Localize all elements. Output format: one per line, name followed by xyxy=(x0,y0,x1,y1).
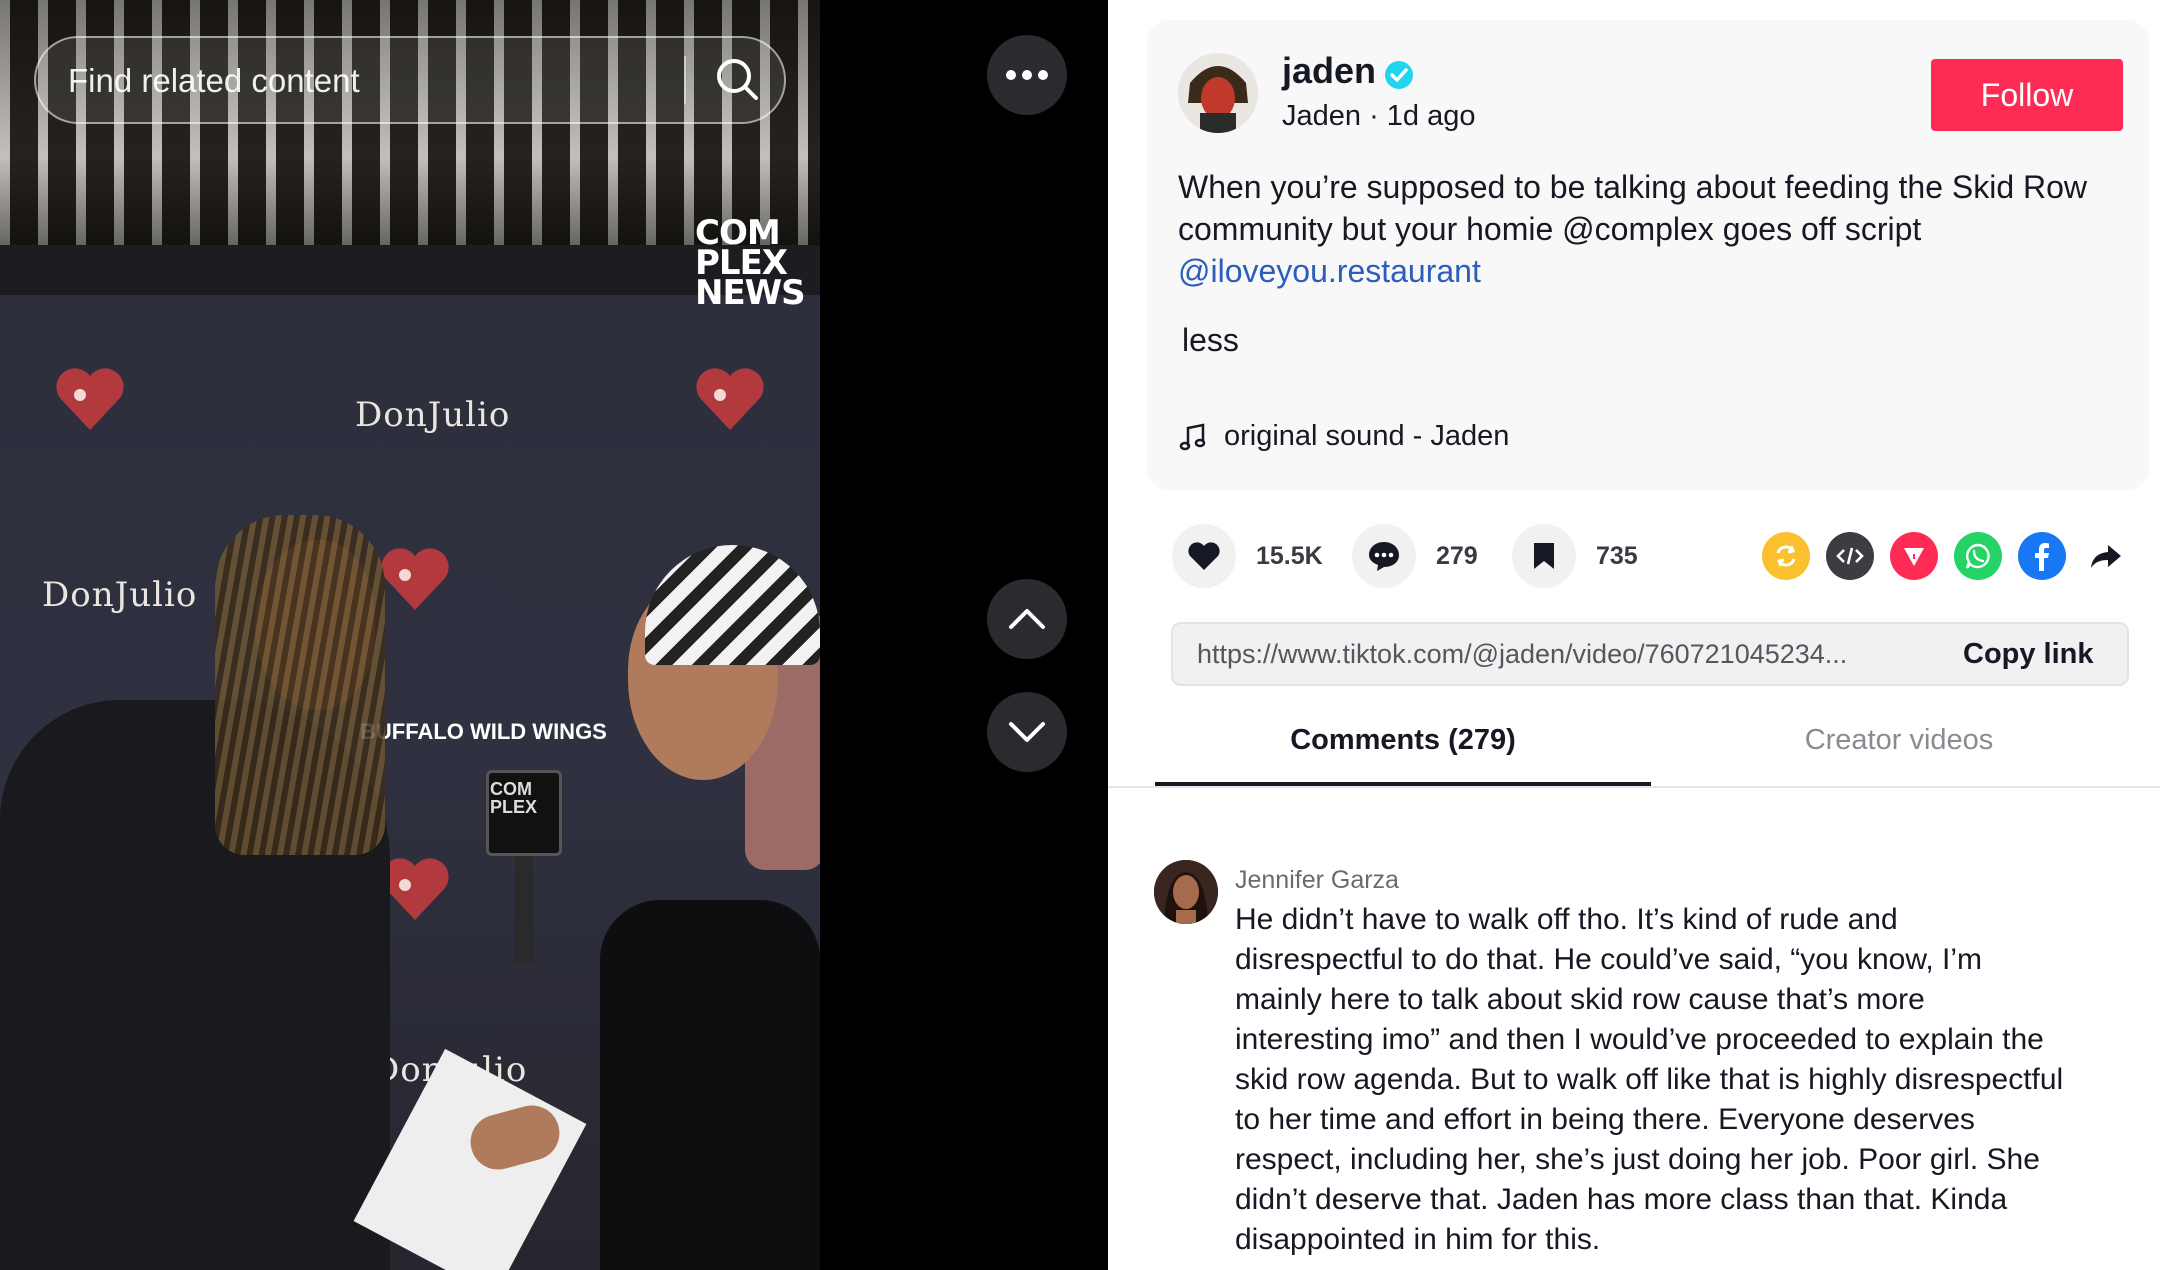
repost-button[interactable] xyxy=(1762,532,1810,580)
chevron-down-icon xyxy=(1009,722,1045,742)
heart-logo-icon xyxy=(56,368,124,430)
comment-action[interactable]: 279 xyxy=(1352,524,1478,588)
more-options-button[interactable] xyxy=(987,35,1067,115)
heart-logo-icon xyxy=(696,368,764,430)
like-count: 15.5K xyxy=(1256,541,1323,570)
sponsor-logo: BUFFALO WILD WINGS xyxy=(360,719,607,744)
music-title: original sound - Jaden xyxy=(1224,420,1510,452)
more-dots-icon xyxy=(1006,70,1048,80)
backdrop-brand-logo: DonJulio xyxy=(355,395,511,435)
video-url[interactable]: https://www.tiktok.com/@jaden/video/7607… xyxy=(1197,624,1927,684)
next-video-button[interactable] xyxy=(987,692,1067,772)
embed-icon xyxy=(1836,547,1864,565)
search-icon xyxy=(717,59,758,100)
author-avatar[interactable] xyxy=(1178,53,1258,133)
commenter-avatar[interactable] xyxy=(1154,860,1218,924)
tab-comments[interactable]: Comments (279) xyxy=(1155,724,1651,786)
previous-video-button[interactable] xyxy=(987,579,1067,659)
video-area: DonJulio DonJulio DonJulio BUFFALO WILD … xyxy=(0,0,1108,1270)
author-meta: Jaden · 1d ago xyxy=(1282,100,1476,132)
avatar-image xyxy=(1178,53,1258,133)
verified-badge-icon xyxy=(1385,61,1413,89)
less-toggle[interactable]: less xyxy=(1182,322,1239,359)
heart-logo-icon xyxy=(381,548,449,610)
heart-icon xyxy=(1188,542,1220,570)
save-action[interactable]: 735 xyxy=(1512,524,1638,588)
search-bar xyxy=(34,36,786,124)
person-right-dress xyxy=(600,900,820,1270)
detail-panel: jaden Jaden · 1d ago Follow When you’re … xyxy=(1108,0,2160,1270)
video-watermark: COM PLEX NEWS xyxy=(695,213,806,313)
backdrop-brand-logo: DonJulio xyxy=(42,575,198,615)
comment-button[interactable] xyxy=(1352,524,1416,588)
facebook-share-button[interactable] xyxy=(2018,532,2066,580)
commenter-avatar-image xyxy=(1154,860,1218,924)
save-button[interactable] xyxy=(1512,524,1576,588)
chevron-up-icon xyxy=(1009,609,1045,629)
caption-text: When you’re supposed to be talking about… xyxy=(1178,169,2088,247)
repost-icon xyxy=(1776,545,1796,567)
post-caption: When you’re supposed to be talking about… xyxy=(1178,166,2098,292)
embed-button[interactable] xyxy=(1826,532,1874,580)
video-player[interactable]: DonJulio DonJulio DonJulio BUFFALO WILD … xyxy=(0,0,820,1270)
tab-creator-videos[interactable]: Creator videos xyxy=(1651,724,2147,786)
bookmark-icon xyxy=(1534,543,1554,569)
more-share-button[interactable] xyxy=(2082,532,2130,580)
whatsapp-share-button[interactable] xyxy=(1954,532,2002,580)
send-icon xyxy=(1904,548,1924,566)
like-button[interactable] xyxy=(1172,524,1236,588)
author-username[interactable]: jaden xyxy=(1282,50,1376,92)
music-note-icon xyxy=(1179,422,1206,450)
caption-mention-link[interactable]: @iloveyou.restaurant xyxy=(1178,253,1481,289)
copy-link-button[interactable]: Copy link xyxy=(1963,624,2094,684)
link-box: https://www.tiktok.com/@jaden/video/7607… xyxy=(1171,622,2129,686)
facebook-icon xyxy=(2035,543,2049,571)
whatsapp-icon xyxy=(1965,543,1990,569)
send-button[interactable] xyxy=(1890,532,1938,580)
person-left-hair xyxy=(215,515,385,855)
tabs-divider xyxy=(1108,786,2160,788)
comment-bubble-icon xyxy=(1369,542,1399,571)
commenter-name[interactable]: Jennifer Garza xyxy=(1235,866,1399,895)
music-row[interactable]: original sound - Jaden xyxy=(1178,420,1509,453)
search-button[interactable] xyxy=(708,50,768,110)
comment-count: 279 xyxy=(1436,541,1478,570)
microphone-handle xyxy=(515,848,533,963)
like-action[interactable]: 15.5K xyxy=(1172,524,1323,588)
comment-text: He didn’t have to walk off tho. It’s kin… xyxy=(1235,903,2064,1256)
post-info-card: jaden Jaden · 1d ago Follow When you’re … xyxy=(1147,20,2149,490)
share-arrow-icon xyxy=(2091,545,2121,568)
person-right-scarf xyxy=(645,545,820,665)
save-count: 735 xyxy=(1596,541,1638,570)
search-divider xyxy=(684,56,686,104)
follow-button[interactable]: Follow xyxy=(1931,59,2123,131)
microphone-label: COM PLEX xyxy=(490,779,538,817)
search-input[interactable] xyxy=(66,38,690,124)
